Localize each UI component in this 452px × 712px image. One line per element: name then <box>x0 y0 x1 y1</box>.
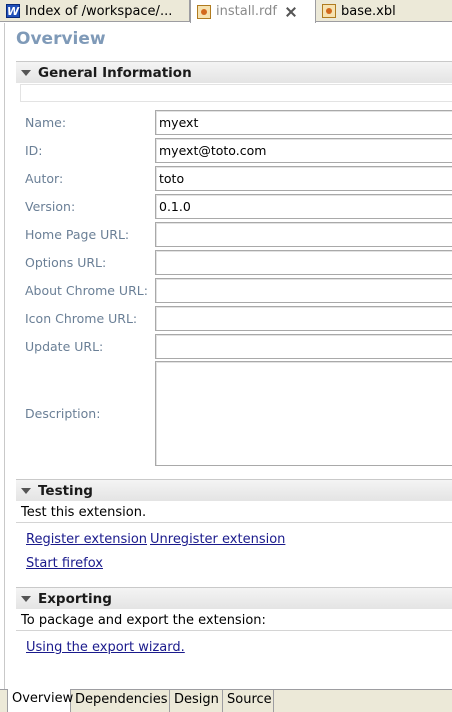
chevron-down-icon[interactable] <box>21 69 31 76</box>
section-divider <box>16 630 452 631</box>
start-firefox-link[interactable]: Start firefox <box>26 556 103 571</box>
tab-label: Index of /workspace/... <box>25 3 173 19</box>
name-field[interactable] <box>155 110 452 135</box>
version-field[interactable] <box>155 194 452 219</box>
version-label: Version: <box>25 199 76 214</box>
options-url-field[interactable] <box>155 250 452 275</box>
tab-source[interactable]: Source <box>223 690 274 712</box>
editor-left-border <box>4 23 5 689</box>
about-chrome-url-label: About Chrome URL: <box>25 283 148 298</box>
register-extension-link[interactable]: Register extension <box>26 532 147 547</box>
id-label: ID: <box>25 143 43 158</box>
tab-label: base.xbl <box>341 3 396 19</box>
tab-index-workspace[interactable]: W Index of /workspace/... <box>0 0 190 22</box>
tab-design[interactable]: Design <box>170 690 223 712</box>
section-title: Testing <box>38 482 93 499</box>
autor-field[interactable] <box>155 166 452 191</box>
section-exporting[interactable]: Exporting <box>16 587 452 609</box>
exporting-description: To package and export the extension: <box>21 613 266 628</box>
icon-chrome-url-field[interactable] <box>155 306 452 331</box>
homepage-url-label: Home Page URL: <box>25 227 130 242</box>
section-title: Exporting <box>38 590 112 607</box>
tab-dependencies[interactable]: Dependencies <box>71 690 170 712</box>
autor-label: Autor: <box>25 171 64 186</box>
page-title: Overview <box>16 29 106 49</box>
section-description-area <box>20 84 452 102</box>
chevron-down-icon[interactable] <box>21 487 31 494</box>
options-url-label: Options URL: <box>25 255 107 270</box>
description-field[interactable] <box>155 361 452 466</box>
tab-overview[interactable]: Overview <box>7 689 73 712</box>
section-divider <box>16 522 452 523</box>
name-label: Name: <box>25 115 67 130</box>
section-general-information[interactable]: General Information <box>16 61 452 83</box>
description-label: Description: <box>25 406 101 421</box>
homepage-url-field[interactable] <box>155 222 452 247</box>
export-wizard-link[interactable]: Using the export wizard. <box>26 640 185 655</box>
section-title: General Information <box>38 64 192 81</box>
icon-chrome-url-label: Icon Chrome URL: <box>25 311 138 326</box>
tab-install-rdf[interactable]: install.rdf <box>190 0 316 23</box>
rdf-doc-icon <box>197 4 211 19</box>
testing-description: Test this extension. <box>21 505 147 520</box>
section-testing[interactable]: Testing <box>16 479 452 501</box>
tab-base-xbl[interactable]: base.xbl <box>316 0 452 22</box>
xbl-doc-icon <box>322 4 336 18</box>
update-url-field[interactable] <box>155 334 452 359</box>
about-chrome-url-field[interactable] <box>155 278 452 303</box>
id-field[interactable] <box>155 138 452 163</box>
editor-page-tabs: Overview Dependencies Design Source <box>0 689 452 712</box>
close-icon[interactable] <box>285 6 297 18</box>
chevron-down-icon[interactable] <box>21 595 31 602</box>
w-doc-icon: W <box>6 4 20 18</box>
tab-label: install.rdf <box>216 4 277 19</box>
editor-tab-strip: W Index of /workspace/... install.rdf ba… <box>0 0 452 23</box>
update-url-label: Update URL: <box>25 339 104 354</box>
unregister-extension-link[interactable]: Unregister extension <box>150 532 285 547</box>
